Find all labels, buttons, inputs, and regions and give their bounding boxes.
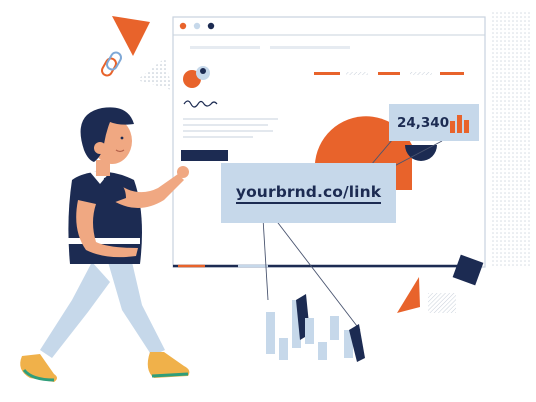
window-dot-red: [179, 22, 187, 30]
page-header-placeholder: [190, 46, 350, 49]
dotted-triangle-decoration: [137, 58, 172, 90]
click-count-card: 24,340: [389, 104, 479, 141]
orange-triangle-top: [112, 16, 150, 56]
person-shoe-front-sole: [151, 372, 189, 378]
short-link-card[interactable]: yourbrnd.co/link: [221, 163, 396, 223]
walking-person: [20, 107, 190, 382]
person-front-leg: [108, 262, 165, 356]
page-nav-placeholder: [314, 72, 464, 75]
analytics-bars-decoration: [266, 294, 365, 362]
orange-triangle-bottom: [397, 277, 420, 313]
navy-button-block: [181, 150, 228, 161]
person-back-leg: [40, 262, 110, 358]
dotted-square-decoration: [428, 293, 456, 313]
stat-bar: [464, 120, 469, 133]
click-count-value: 24,340: [397, 114, 450, 131]
window-dot-navy: [207, 22, 215, 30]
paperclip-icon: [101, 51, 122, 77]
browser-window: [172, 16, 486, 268]
window-dot-light: [193, 22, 201, 30]
stat-bar: [457, 115, 462, 133]
short-link-url[interactable]: yourbrnd.co/link: [235, 183, 382, 204]
dotted-texture-block: [490, 12, 530, 267]
stat-bar: [450, 121, 455, 133]
bar-chart-icon: [450, 115, 470, 133]
person-belt-band: [68, 238, 140, 244]
